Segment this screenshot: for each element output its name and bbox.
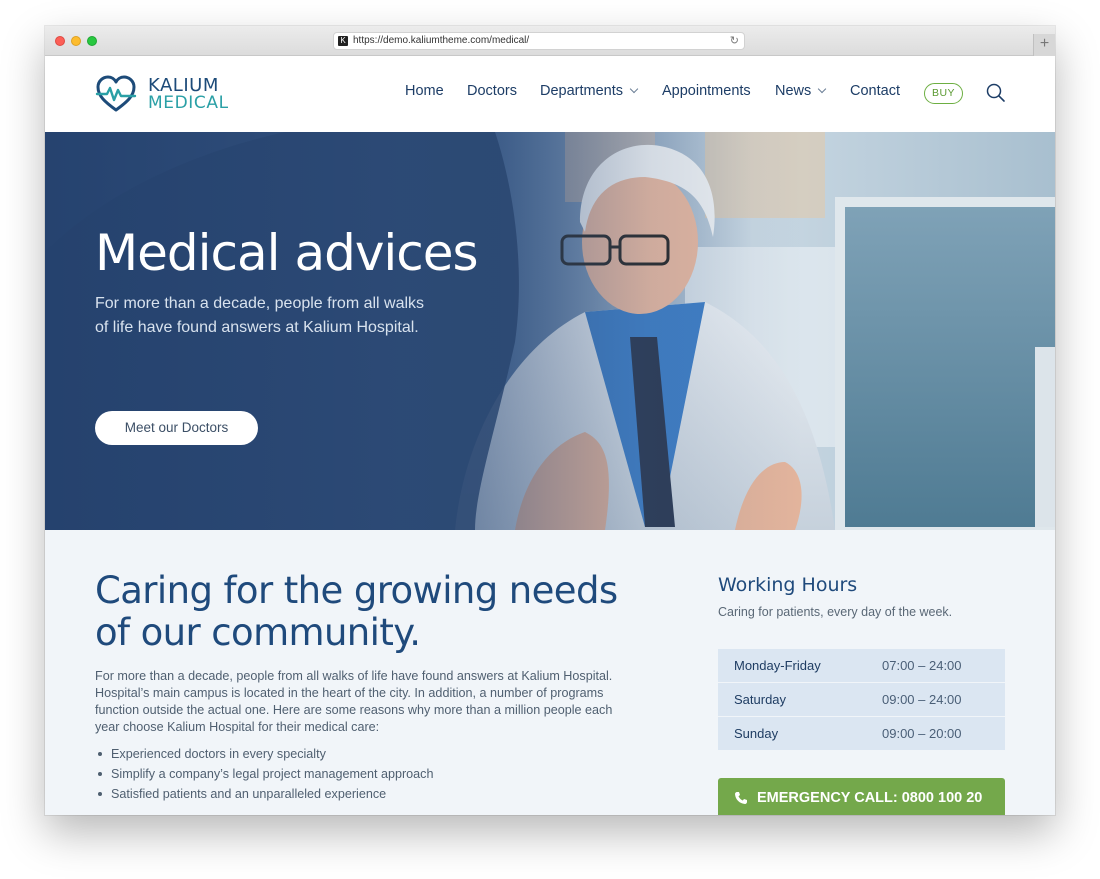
site-logo[interactable]: KALIUM MEDICAL [95, 74, 245, 114]
heart-pulse-icon [95, 75, 137, 112]
hours-time: 07:00 – 24:00 [882, 658, 962, 673]
meet-our-doctors-button[interactable]: Meet our Doctors [95, 411, 258, 445]
hours-day: Monday-Friday [734, 658, 821, 673]
buy-button[interactable]: BUY [924, 83, 963, 104]
nav-home[interactable]: Home [405, 83, 444, 99]
intro-paragraph: For more than a decade, people from all … [95, 669, 613, 734]
phone-icon [735, 792, 747, 804]
nav-news[interactable]: News [775, 83, 827, 99]
reasons-list: Experienced doctors in every specialty S… [95, 744, 433, 804]
logo-text-medical: MEDICAL [148, 93, 229, 113]
intro-section: Caring for the growing needs of our comm… [45, 530, 1055, 815]
chevron-down-icon [629, 84, 639, 94]
nav-contact[interactable]: Contact [850, 83, 900, 99]
working-hours-subtitle: Caring for patients, every day of the we… [718, 605, 953, 619]
maximize-window-button[interactable] [87, 36, 97, 46]
reload-icon[interactable]: ↻ [730, 33, 739, 49]
hero-subtitle: For more than a decade, people from all … [95, 295, 425, 336]
address-url[interactable]: https://demo.kaliumtheme.com/medical/ [353, 33, 529, 49]
browser-titlebar: K https://demo.kaliumtheme.com/medical/ … [45, 26, 1055, 56]
hours-time: 09:00 – 20:00 [882, 726, 962, 741]
intro-title: Caring for the growing needs of our comm… [95, 569, 618, 654]
list-item: Satisfied patients and an unparalleled e… [95, 784, 433, 804]
hours-day: Saturday [734, 692, 787, 707]
hero-banner: Medical advices For more than a decade, … [45, 132, 1055, 530]
hours-day: Sunday [734, 726, 779, 741]
emergency-call-label: EMERGENCY CALL: 0800 100 20 [757, 790, 983, 806]
nav-departments[interactable]: Departments [540, 83, 639, 99]
nav-departments-label: Departments [540, 83, 624, 99]
list-item: Experienced doctors in every specialty [95, 744, 433, 764]
chevron-down-icon [818, 84, 827, 94]
working-hours-title: Working Hours [718, 574, 858, 596]
site-header: KALIUM MEDICAL Home Doctors Departments … [45, 56, 1055, 132]
table-row: Monday-Friday 07:00 – 24:00 [718, 649, 1005, 682]
table-row: Sunday 09:00 – 20:00 [718, 717, 1005, 750]
search-icon[interactable] [986, 83, 1006, 103]
nav-appointments[interactable]: Appointments [662, 83, 751, 99]
nav-doctors[interactable]: Doctors [467, 83, 517, 99]
close-window-button[interactable] [55, 36, 65, 46]
emergency-call-button[interactable]: EMERGENCY CALL: 0800 100 20 [718, 778, 1005, 815]
working-hours-table: Monday-Friday 07:00 – 24:00 Saturday 09:… [718, 649, 1005, 751]
browser-window: K https://demo.kaliumtheme.com/medical/ … [45, 26, 1055, 815]
table-row: Saturday 09:00 – 24:00 [718, 683, 1005, 716]
site-favicon-icon: K [338, 36, 348, 46]
new-tab-button[interactable]: + [1033, 34, 1055, 56]
hero-title: Medical advices [95, 224, 479, 282]
minimize-window-button[interactable] [71, 36, 81, 46]
hours-time: 09:00 – 24:00 [882, 692, 962, 707]
address-bar[interactable]: K https://demo.kaliumtheme.com/medical/ … [333, 32, 745, 50]
nav-news-label: News [775, 83, 812, 99]
list-item: Simplify a company’s legal project manag… [95, 764, 433, 784]
